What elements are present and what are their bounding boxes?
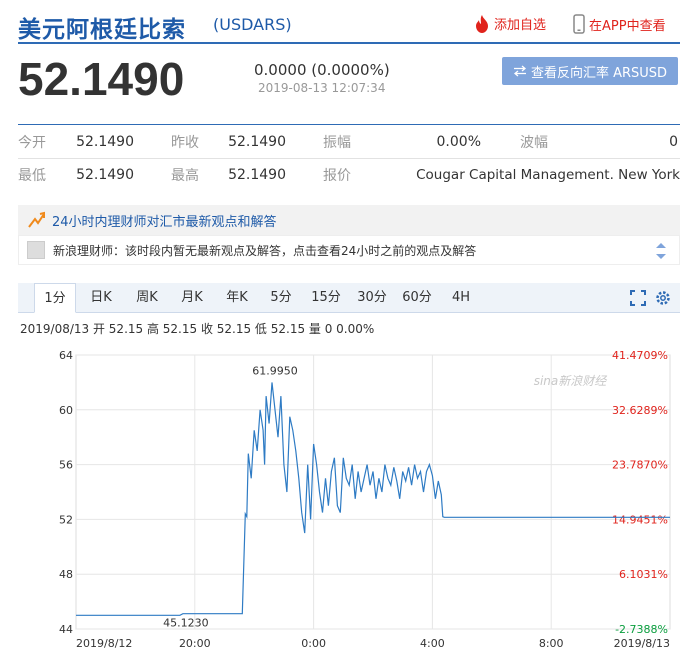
- bar-info: 2019/08/13 开 52.15 高 52.15 收 52.15 低 52.…: [20, 322, 375, 336]
- pct-tick-label: 14.9451%: [612, 513, 668, 526]
- tab-daily[interactable]: 日K: [84, 283, 118, 313]
- quoter-label: 报价: [323, 168, 351, 184]
- tab-4h[interactable]: 4H: [446, 283, 476, 313]
- price-change: 0.0000 (0.0000%): [254, 61, 390, 79]
- settings-icon[interactable]: [654, 289, 672, 307]
- flame-icon: [476, 14, 488, 33]
- expert-banner[interactable]: 24小时内理财师对汇市最新观点和解答: [18, 205, 680, 235]
- tab-1min[interactable]: 1分: [34, 283, 76, 313]
- scroll-arrows-icon[interactable]: [655, 240, 667, 262]
- view-in-app-link[interactable]: 在APP中查看: [573, 14, 666, 34]
- expert-qa-text: 新浪理财师：该时段内暂无最新观点及解答，点击查看24小时之前的观点及解答: [53, 243, 477, 258]
- amplitude-label: 振幅: [323, 134, 351, 151]
- view-in-app-label: 在APP中查看: [589, 18, 666, 34]
- y-tick-label: 52: [59, 513, 73, 526]
- quote-time: 2019-08-13 12:07:34: [258, 81, 386, 95]
- current-price: 52.1490: [18, 53, 185, 105]
- expert-qa-item[interactable]: 新浪理财师：该时段内暂无最新观点及解答，点击查看24小时之前的观点及解答: [18, 235, 680, 265]
- tab-5min[interactable]: 5分: [266, 283, 296, 313]
- prev-close-value: 52.1490: [228, 133, 286, 150]
- swap-icon: [513, 65, 526, 77]
- add-watchlist-label: 添加自选: [494, 18, 547, 33]
- x-tick-label: 2019/8/13: [614, 637, 670, 650]
- tab-15min[interactable]: 15分: [308, 283, 344, 313]
- tab-30min[interactable]: 30分: [354, 283, 390, 313]
- pct-tick-label: 41.4709%: [612, 349, 668, 362]
- price-chart: 44 -2.7388% 48 6.1031% 52 14.9451% 56 23.7870% 6…: [59, 349, 671, 650]
- quote-table: 今开 52.1490 昨收 52.1490 振幅 0.00% 波幅 0 最低 5…: [18, 124, 680, 191]
- y-tick-label: 44: [59, 623, 73, 636]
- quoter-value: Cougar Capital Management. New York: [416, 167, 680, 183]
- open-value: 52.1490: [76, 133, 134, 150]
- low-value: 52.1490: [76, 167, 134, 183]
- add-watchlist-button[interactable]: 添加自选: [474, 14, 546, 33]
- tab-weekly[interactable]: 周K: [130, 283, 164, 313]
- chart-tabs: 1分 日K 周K 月K 年K 5分 15分 30分 60分 4H: [18, 283, 680, 313]
- amplitude-value: 0.00%: [436, 133, 481, 150]
- y-tick-label: 56: [59, 459, 73, 472]
- x-tick-label: 2019/8/12: [76, 637, 132, 650]
- range-label: 波幅: [520, 134, 548, 151]
- y-tick-label: 48: [59, 568, 73, 581]
- tab-60min[interactable]: 60分: [399, 283, 435, 313]
- open-label: 今开: [18, 134, 46, 151]
- page-title: 美元阿根廷比索: [18, 17, 186, 43]
- sina-watermark: sina新浪财经: [534, 374, 609, 388]
- min-price-label: 45.1230: [163, 617, 209, 630]
- avatar: [27, 241, 45, 259]
- x-tick-label: 20:00: [179, 637, 211, 650]
- reverse-rate-button[interactable]: 查看反向汇率 ARSUSD: [502, 57, 678, 85]
- pct-tick-label: 23.7870%: [612, 459, 668, 472]
- quote-row: 最低 52.1490 最高 52.1490 报价 Cougar Capital …: [18, 158, 680, 191]
- pct-tick-label: -2.7388%: [615, 623, 668, 636]
- max-price-label: 61.9950: [252, 364, 298, 377]
- x-tick-label: 8:00: [539, 637, 564, 650]
- x-tick-label: 4:00: [420, 637, 445, 650]
- symbol-code: (USDARS): [213, 15, 292, 34]
- y-tick-label: 60: [59, 404, 73, 417]
- high-label: 最高: [171, 168, 199, 184]
- pct-tick-label: 6.1031%: [619, 568, 668, 581]
- expert-banner-label: 24小时内理财师对汇市最新观点和解答: [52, 214, 277, 230]
- quote-row: 今开 52.1490 昨收 52.1490 振幅 0.00% 波幅 0: [18, 125, 680, 158]
- reverse-rate-label: 查看反向汇率 ARSUSD: [530, 65, 668, 81]
- x-tick-label: 0:00: [301, 637, 326, 650]
- low-label: 最低: [18, 168, 46, 184]
- y-tick-label: 64: [59, 349, 73, 362]
- fullscreen-icon[interactable]: [630, 290, 646, 306]
- pct-tick-label: 32.6289%: [612, 404, 668, 417]
- plot-frame: [75, 354, 671, 630]
- trend-arrow-icon: [28, 211, 45, 228]
- tab-yearly[interactable]: 年K: [220, 283, 254, 313]
- tab-monthly[interactable]: 月K: [175, 283, 209, 313]
- prev-close-label: 昨收: [171, 134, 199, 151]
- phone-icon: [573, 14, 585, 34]
- range-value: 0: [669, 133, 678, 150]
- header: 美元阿根廷比索 (USDARS) 添加自选 在APP中查看: [18, 8, 680, 44]
- price-series-line: [76, 382, 670, 616]
- high-value: 52.1490: [228, 167, 286, 183]
